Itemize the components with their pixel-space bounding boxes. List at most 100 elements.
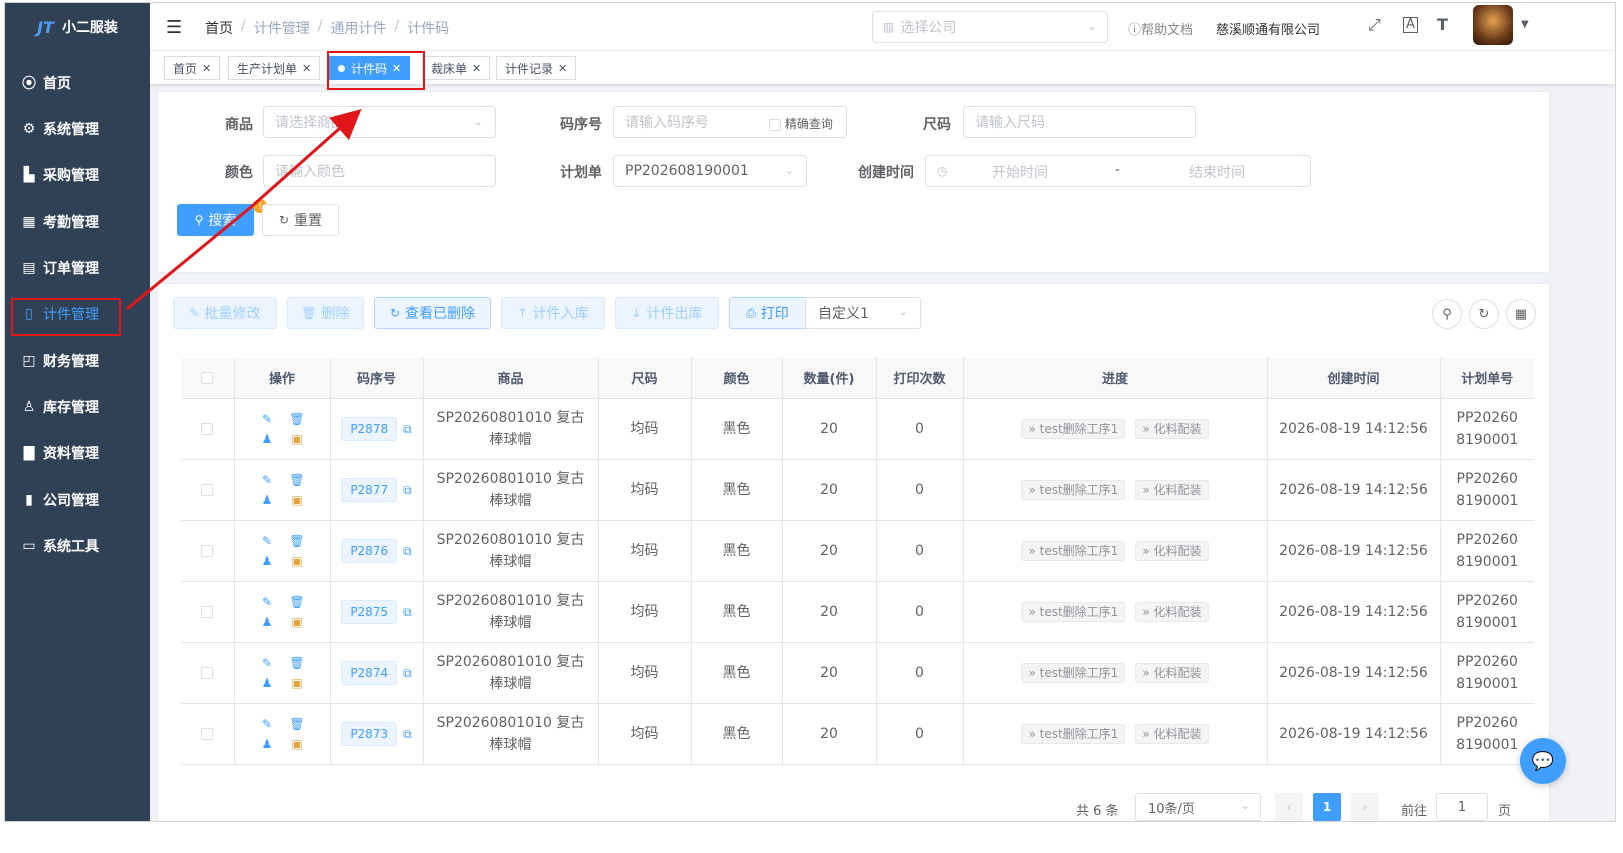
row-select-cell[interactable] [181,398,235,460]
goto-page-input[interactable]: 1 [1436,793,1488,821]
stock-out-button[interactable]: ↓ 计件出库 [615,297,719,329]
clipboard-icon[interactable]: ▣ [289,675,305,691]
product-select[interactable]: 请选择商品 ⌄ [263,106,496,138]
copy-icon[interactable]: ⧉ [403,483,412,497]
user-icon[interactable]: ♟ [259,675,275,691]
color-input[interactable]: 请输入颜色 [263,155,496,187]
font-size-icon[interactable]: T [1437,15,1448,34]
row-checkbox[interactable] [201,727,214,740]
chat-float-button[interactable]: 💬 [1520,738,1566,784]
row-select-cell[interactable] [181,459,235,521]
search-button[interactable]: ⚲ 搜索 [177,204,254,236]
code-tag[interactable]: P2873 [341,721,398,746]
edit-icon[interactable]: ✎ [259,533,275,549]
trash-icon[interactable]: 🗑 [289,533,305,549]
tag-piece-record[interactable]: 计件记录 ✕ [496,56,577,80]
trash-icon[interactable]: 🗑 [289,655,305,671]
user-icon[interactable]: ♟ [259,431,275,447]
row-select-cell[interactable] [181,703,235,765]
caret-down-icon[interactable]: ▼ [1521,19,1529,30]
plan-select[interactable]: PP202608190001 ⌄ [613,155,807,187]
sidebar-item-dashboard[interactable]: ⦿ 首页 [5,63,150,103]
company-select[interactable]: ▥ 选择公司 ⌄ [872,11,1108,43]
close-icon[interactable]: ✕ [558,62,567,75]
translate-icon[interactable]: A [1403,17,1418,33]
sidebar-item-user[interactable]: ♙ 库存管理 [5,387,150,427]
sidebar-item-cart[interactable]: ▙ 采购管理 [5,155,150,195]
code-tag[interactable]: P2875 [341,599,398,624]
code-input[interactable]: 请输入码序号 精确查询 [613,106,847,138]
edit-icon[interactable]: ✎ [259,472,275,488]
trash-icon[interactable]: 🗑 [289,411,305,427]
tag-cutting-sheet[interactable]: 裁床单 ✕ [422,56,491,80]
copy-icon[interactable]: ⧉ [403,727,412,741]
copy-icon[interactable]: ⧉ [403,544,412,558]
user-icon[interactable]: ♟ [259,492,275,508]
help-link[interactable]: ⓘ帮助文档 [1128,19,1193,38]
edit-icon[interactable]: ✎ [259,594,275,610]
sidebar-item-grid[interactable]: ▦ 考勤管理 [5,202,150,242]
clipboard-icon[interactable]: ▣ [289,553,305,569]
row-checkbox[interactable] [201,544,214,557]
tag-home[interactable]: 首页 ✕ [164,56,221,80]
clipboard-icon[interactable]: ▣ [289,614,305,630]
code-tag[interactable]: P2874 [341,660,398,685]
size-input[interactable]: 请输入尺码 [963,106,1196,138]
view-deleted-button[interactable]: ↻ 查看已删除 [374,297,491,329]
trash-icon[interactable]: 🗑 [289,472,305,488]
edit-icon[interactable]: ✎ [259,411,275,427]
avatar[interactable] [1473,5,1513,45]
fullscreen-icon[interactable]: ⤢ [1368,15,1381,35]
edit-icon[interactable]: ✎ [259,655,275,671]
user-icon[interactable]: ♟ [259,736,275,752]
row-checkbox[interactable] [201,605,214,618]
checkbox[interactable] [769,118,781,131]
breadcrumb-home[interactable]: 首页 [205,18,233,38]
row-checkbox[interactable] [201,422,214,435]
select-all-checkbox[interactable] [201,371,214,384]
edit-icon[interactable]: ✎ [259,716,275,732]
page-size-select[interactable]: 10条/页 ⌄ [1135,793,1261,821]
columns-button[interactable]: ▦ [1506,299,1536,329]
delete-button[interactable]: 🗑 删除 [287,297,364,329]
date-range-picker[interactable]: ◷ 开始时间 - 结束时间 [925,155,1311,187]
clipboard-icon[interactable]: ▣ [289,736,305,752]
hamburger-icon[interactable]: ☰ [166,17,182,38]
user-icon[interactable]: ♟ [259,553,275,569]
row-checkbox[interactable] [201,666,214,679]
close-icon[interactable]: ✕ [202,62,211,75]
copy-icon[interactable]: ⧉ [403,605,412,619]
close-icon[interactable]: ✕ [302,62,311,75]
code-tag[interactable]: P2876 [341,538,398,563]
exact-query-checkbox[interactable]: 精确查询 [769,115,833,132]
page-number-button[interactable]: 1 [1313,793,1341,821]
next-page-button[interactable]: › [1351,793,1379,821]
row-checkbox[interactable] [201,483,214,496]
user-icon[interactable]: ♟ [259,614,275,630]
search-toggle-button[interactable]: ⚲ [1432,299,1462,329]
close-icon[interactable]: ✕ [472,62,481,75]
copy-icon[interactable]: ⧉ [403,422,412,436]
row-select-cell[interactable] [181,581,235,643]
stock-in-button[interactable]: ↑ 计件入库 [501,297,605,329]
code-tag[interactable]: P2877 [341,477,398,502]
prev-page-button[interactable]: ‹ [1275,793,1303,821]
row-select-cell[interactable] [181,642,235,704]
sidebar-item-toolbox[interactable]: ▭ 系统工具 [5,526,150,566]
print-template-select[interactable]: 自定义1 ⌄ [805,297,921,329]
batch-edit-button[interactable]: ✎ 批量修改 [173,297,277,329]
copy-icon[interactable]: ⧉ [403,666,412,680]
print-button[interactable]: ⎙ 打印 [729,297,806,329]
trash-icon[interactable]: 🗑 [289,716,305,732]
trash-icon[interactable]: 🗑 [289,594,305,610]
reset-button[interactable]: ↻ 重置 [262,204,339,236]
tag-production-plan[interactable]: 生产计划单 ✕ [228,56,321,80]
row-select-cell[interactable] [181,520,235,582]
app-logo[interactable]: JT 小二服装 [5,3,150,51]
sidebar-item-chart[interactable]: ◰ 财务管理 [5,341,150,381]
code-tag[interactable]: P2878 [341,416,398,441]
refresh-button[interactable]: ↻ [1469,299,1499,329]
clipboard-icon[interactable]: ▣ [289,492,305,508]
sidebar-item-bar-chart[interactable]: ▮ 公司管理 [5,480,150,520]
select-all-cell[interactable] [181,358,235,399]
